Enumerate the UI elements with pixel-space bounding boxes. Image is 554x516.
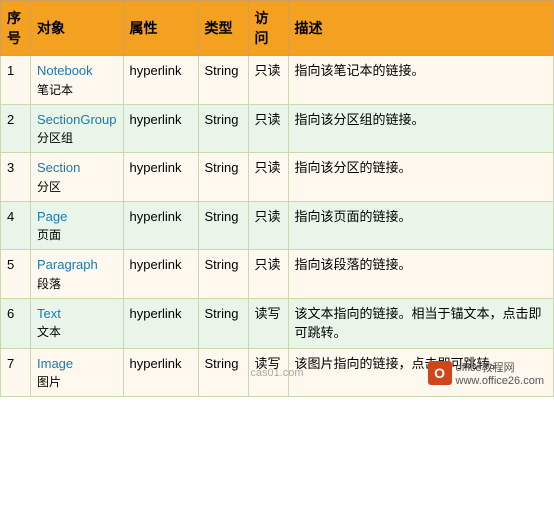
cell-obj: Page页面 bbox=[31, 201, 124, 250]
logo-area: O office教程网 www.office26.com bbox=[428, 359, 544, 387]
cell-access: 只读 bbox=[248, 104, 288, 153]
table-container: 序号 对象 属性 类型 访问 描述 1Notebook笔记本hyperlinkS… bbox=[0, 0, 554, 397]
obj-english: Text bbox=[37, 304, 117, 324]
cell-desc: 该文本指向的链接。相当于锚文本，点击即可跳转。 bbox=[288, 298, 554, 348]
cell-seq: 4 bbox=[1, 201, 31, 250]
main-container: 序号 对象 属性 类型 访问 描述 1Notebook笔记本hyperlinkS… bbox=[0, 0, 554, 397]
table-row: 6Text文本hyperlinkString读写该文本指向的链接。相当于锚文本，… bbox=[1, 298, 554, 348]
obj-chinese: 图片 bbox=[37, 373, 117, 391]
cell-attr: hyperlink bbox=[123, 298, 198, 348]
cell-attr: hyperlink bbox=[123, 348, 198, 397]
cell-obj: Paragraph段落 bbox=[31, 250, 124, 299]
data-table: 序号 对象 属性 类型 访问 描述 1Notebook笔记本hyperlinkS… bbox=[0, 0, 554, 397]
obj-english: Image bbox=[37, 354, 117, 374]
obj-english: SectionGroup bbox=[37, 110, 117, 130]
cell-type: String bbox=[198, 201, 248, 250]
header-access: 访问 bbox=[248, 1, 288, 56]
obj-english: Section bbox=[37, 158, 117, 178]
cell-obj: Section分区 bbox=[31, 153, 124, 202]
obj-english: Notebook bbox=[37, 61, 117, 81]
obj-chinese: 文本 bbox=[37, 323, 117, 341]
cell-type: String bbox=[198, 56, 248, 105]
cell-seq: 2 bbox=[1, 104, 31, 153]
cell-desc: 指向该笔记本的链接。 bbox=[288, 56, 554, 105]
obj-english: Paragraph bbox=[37, 255, 117, 275]
cell-seq: 3 bbox=[1, 153, 31, 202]
cell-access: 读写 bbox=[248, 298, 288, 348]
logo-icon: O bbox=[428, 361, 452, 385]
cell-obj: Notebook笔记本 bbox=[31, 56, 124, 105]
obj-chinese: 分区组 bbox=[37, 129, 117, 147]
cell-obj: SectionGroup分区组 bbox=[31, 104, 124, 153]
cell-desc: 指向该段落的链接。 bbox=[288, 250, 554, 299]
obj-chinese: 笔记本 bbox=[37, 81, 117, 99]
table-row: 2SectionGroup分区组hyperlinkString只读指向该分区组的… bbox=[1, 104, 554, 153]
cell-attr: hyperlink bbox=[123, 250, 198, 299]
obj-english: Page bbox=[37, 207, 117, 227]
header-seq: 序号 bbox=[1, 1, 31, 56]
table-row: 5Paragraph段落hyperlinkString只读指向该段落的链接。 bbox=[1, 250, 554, 299]
watermark-text: cas01.com bbox=[250, 367, 303, 379]
cell-attr: hyperlink bbox=[123, 201, 198, 250]
header-row: 序号 对象 属性 类型 访问 描述 bbox=[1, 1, 554, 56]
header-obj: 对象 bbox=[31, 1, 124, 56]
table-row: 4Page页面hyperlinkString只读指向该页面的链接。 bbox=[1, 201, 554, 250]
cell-attr: hyperlink bbox=[123, 104, 198, 153]
obj-chinese: 页面 bbox=[37, 226, 117, 244]
cell-access: 只读 bbox=[248, 250, 288, 299]
cell-seq: 1 bbox=[1, 56, 31, 105]
header-attr: 属性 bbox=[123, 1, 198, 56]
table-row: 1Notebook笔记本hyperlinkString只读指向该笔记本的链接。 bbox=[1, 56, 554, 105]
cell-type: String bbox=[198, 104, 248, 153]
logo-text: office教程网 www.office26.com bbox=[456, 359, 544, 387]
cell-type: String bbox=[198, 153, 248, 202]
cell-desc: 指向该页面的链接。 bbox=[288, 201, 554, 250]
table-row: 3Section分区hyperlinkString只读指向该分区的链接。 bbox=[1, 153, 554, 202]
obj-chinese: 分区 bbox=[37, 178, 117, 196]
cell-type: String bbox=[198, 250, 248, 299]
cell-seq: 5 bbox=[1, 250, 31, 299]
cell-attr: hyperlink bbox=[123, 56, 198, 105]
cell-desc: 指向该分区组的链接。 bbox=[288, 104, 554, 153]
cell-type: String bbox=[198, 348, 248, 397]
cell-obj: Text文本 bbox=[31, 298, 124, 348]
cell-access: 只读 bbox=[248, 153, 288, 202]
header-desc: 描述 bbox=[288, 1, 554, 56]
cell-desc: 指向该分区的链接。 bbox=[288, 153, 554, 202]
cell-type: String bbox=[198, 298, 248, 348]
cell-seq: 7 bbox=[1, 348, 31, 397]
obj-chinese: 段落 bbox=[37, 275, 117, 293]
cell-access: 只读 bbox=[248, 56, 288, 105]
cell-access: 只读 bbox=[248, 201, 288, 250]
header-type: 类型 bbox=[198, 1, 248, 56]
cell-obj: Image图片 bbox=[31, 348, 124, 397]
cell-seq: 6 bbox=[1, 298, 31, 348]
cell-attr: hyperlink bbox=[123, 153, 198, 202]
